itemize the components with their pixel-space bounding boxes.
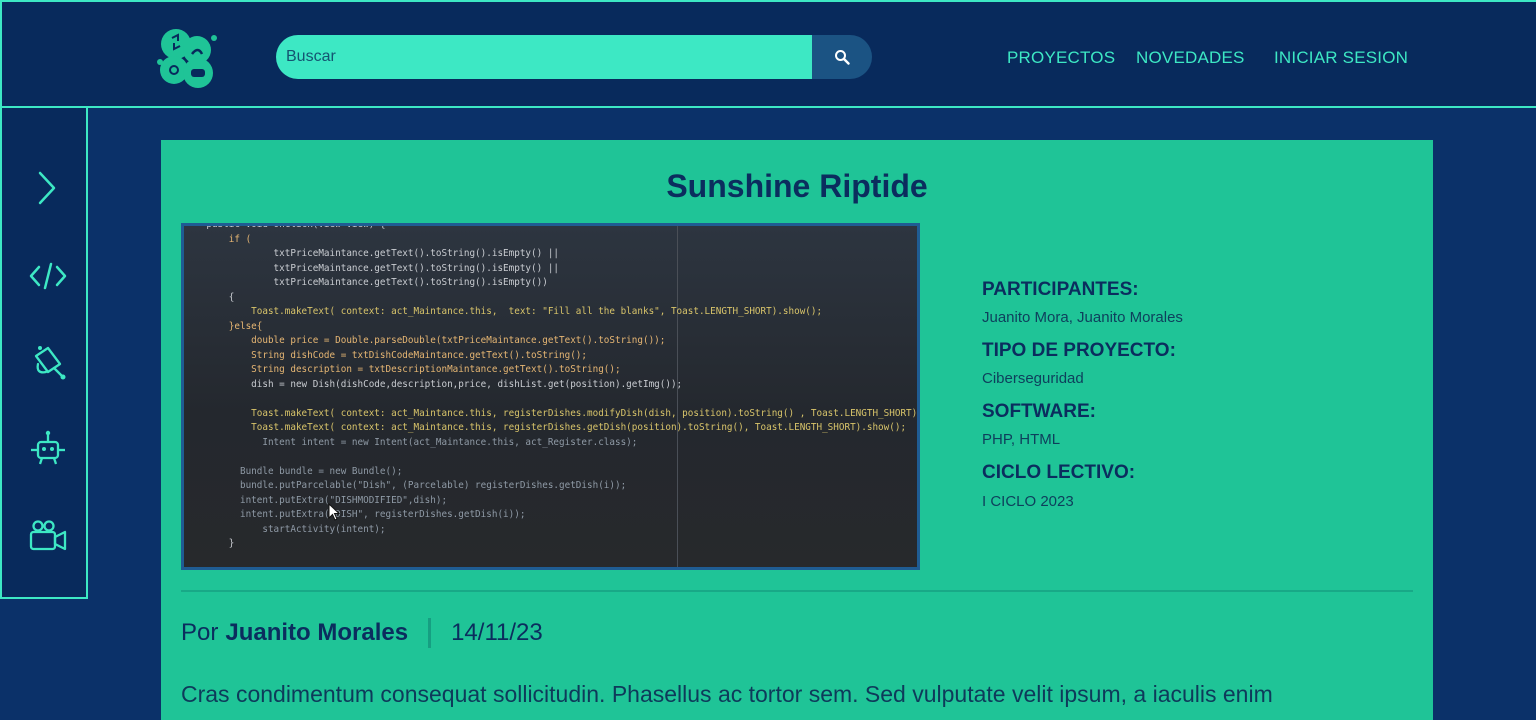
robot-icon[interactable] <box>28 428 68 468</box>
code-line: String dishCode = txtDishCodeMaintance.g… <box>184 349 587 361</box>
author-name[interactable]: Juanito Morales <box>225 619 408 647</box>
code-line: Intent intent = new Intent(act_Maintance… <box>184 436 638 448</box>
code-line: if ( <box>184 233 252 245</box>
participants-value: Juanito Mora, Juanito Morales <box>982 309 1183 326</box>
software-label: SOFTWARE: <box>982 401 1096 422</box>
nav-iniciar-sesion[interactable]: INICIAR SESION <box>1274 48 1408 68</box>
code-line: { <box>184 291 235 303</box>
code-line: public void onClick(View view) { <box>184 223 386 230</box>
project-type-value: Ciberseguridad <box>982 370 1084 387</box>
code-line: Toast.makeText( context: act_Maintance.t… <box>184 306 823 317</box>
byline-separator <box>428 618 432 648</box>
mouse-cursor-icon <box>328 503 340 521</box>
cycle-value: I CICLO 2023 <box>982 493 1074 510</box>
code-line: startActivity(intent); <box>184 523 386 535</box>
satellite-icon[interactable] <box>28 342 68 382</box>
code-line: txtPriceMaintance.getText().toString().i… <box>184 277 548 288</box>
divider <box>181 590 1413 592</box>
post-body: Cras condimentum consequat sollicitudin.… <box>181 681 1273 707</box>
cycle-label: CICLO LECTIVO: <box>982 462 1136 483</box>
software-value: PHP, HTML <box>982 431 1061 448</box>
search-input[interactable] <box>276 35 812 79</box>
search-button[interactable] <box>812 35 872 79</box>
nav-novedades[interactable]: NOVEDADES <box>1136 48 1245 68</box>
code-line: Toast.makeText( context: act_Maintance.t… <box>184 407 920 419</box>
code-listing: public void onClick(View view) { if ( tx… <box>184 223 920 552</box>
top-header: PROYECTOS NOVEDADES INICIAR SESION <box>0 0 1536 108</box>
video-camera-icon[interactable] <box>28 516 68 556</box>
code-line: intent.putExtra("DISH", registerDishes.g… <box>184 509 526 520</box>
code-line: String description = txtDescriptionMaint… <box>184 364 621 375</box>
code-icon[interactable] <box>28 256 68 296</box>
nav-proyectos[interactable]: PROYECTOS <box>1007 48 1115 68</box>
code-line: Bundle bundle = new Bundle(); <box>184 465 403 477</box>
sidebar <box>0 108 88 599</box>
search-bar <box>276 35 872 79</box>
participants-label: PARTICIPANTES: <box>982 279 1139 300</box>
byline: Por Juanito Morales 14/11/23 <box>181 618 543 648</box>
logo-icon[interactable] <box>152 24 222 90</box>
chevron-right-icon[interactable] <box>28 168 68 208</box>
code-line: Toast.makeText( context: act_Maintance.t… <box>184 422 907 433</box>
code-line: }else{ <box>184 320 263 332</box>
code-line: txtPriceMaintance.getText().toString().i… <box>184 248 560 259</box>
code-line: double price = Double.parseDouble(txtPri… <box>184 335 666 346</box>
search-icon <box>835 50 850 65</box>
by-prefix: Por <box>181 619 219 646</box>
code-line: } <box>184 538 235 549</box>
project-image[interactable]: public void onClick(View view) { if ( tx… <box>181 223 920 570</box>
project-type-label: TIPO DE PROYECTO: <box>982 340 1176 361</box>
project-card: Sunshine Riptide public void onClick(Vie… <box>161 140 1433 720</box>
code-line: txtPriceMaintance.getText().toString().i… <box>184 262 560 274</box>
code-line: bundle.putParcelable("Dish", (Parcelable… <box>184 480 627 491</box>
post-date: 14/11/23 <box>451 619 543 646</box>
code-line: intent.putExtra("DISHMODIFIED",dish); <box>184 494 448 506</box>
project-title: Sunshine Riptide <box>666 168 928 204</box>
code-line: dish = new Dish(dishCode,description,pri… <box>184 378 683 390</box>
